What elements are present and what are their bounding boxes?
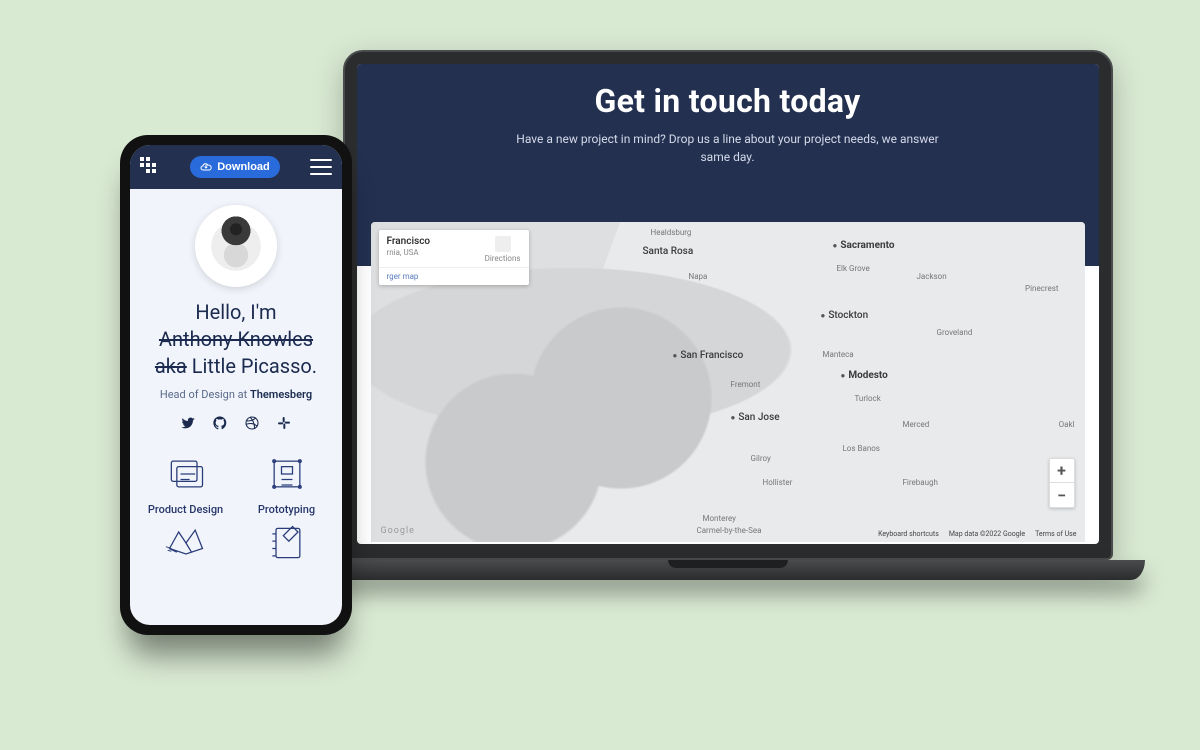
- map-city-fremont: Fremont: [731, 380, 761, 389]
- map-card-title: Francisco: [387, 236, 431, 247]
- hero-title: Get in touch today: [377, 82, 1079, 120]
- skill-prototyping: Prototyping: [241, 451, 332, 516]
- github-icon[interactable]: [212, 415, 228, 431]
- map-city-oak: Oakl: [1059, 420, 1075, 429]
- origami-bird-icon: [163, 520, 209, 566]
- map-city-san-jose: San Jose: [731, 412, 780, 423]
- product-design-icon: [163, 451, 209, 497]
- map-city-merced: Merced: [903, 420, 930, 429]
- greeting-aka-struck: aka: [155, 354, 187, 378]
- map-city-manteca: Manteca: [823, 350, 854, 359]
- map-larger-link[interactable]: rger map: [387, 272, 521, 281]
- cloud-download-icon: [200, 161, 212, 173]
- map-city-modesto: Modesto: [841, 370, 888, 381]
- map-provider-logo: Google: [381, 526, 415, 536]
- company-link[interactable]: Themesberg: [250, 388, 312, 401]
- map-terms-link[interactable]: Terms of Use: [1035, 530, 1076, 538]
- skill-origami: [140, 520, 231, 572]
- map-city-groveland: Groveland: [937, 328, 973, 337]
- twitter-icon[interactable]: [180, 415, 196, 431]
- map-container[interactable]: Healdsburg Santa Rosa Napa Sacramento El…: [371, 222, 1085, 542]
- directions-icon: [495, 236, 511, 252]
- directions-label: Directions: [485, 254, 521, 263]
- map-keyboard-link[interactable]: Keyboard shortcuts: [878, 530, 939, 538]
- slack-icon[interactable]: [276, 415, 292, 431]
- role-subtitle: Head of Design at Themesberg: [144, 388, 328, 401]
- prototyping-icon: [264, 451, 310, 497]
- map-city-stockton: Stockton: [821, 310, 869, 321]
- social-links: [144, 415, 328, 431]
- map-city-napa: Napa: [689, 272, 708, 281]
- notebook-icon: [264, 520, 310, 566]
- laptop-base: [310, 560, 1145, 580]
- menu-toggle-icon[interactable]: [310, 159, 332, 175]
- laptop-lid: Get in touch today Have a new project in…: [343, 50, 1113, 560]
- greeting-line1: Hello, I'm: [195, 300, 276, 324]
- laptop-screen: Get in touch today Have a new project in…: [357, 64, 1099, 544]
- map-city-monterey: Monterey: [703, 514, 736, 523]
- hero-subtitle: Have a new project in mind? Drop us a li…: [513, 130, 943, 166]
- map-location-card[interactable]: Francisco rnia, USA Directions rger map: [379, 230, 529, 285]
- map-data-attr: Map data ©2022 Google: [949, 530, 1025, 538]
- map-zoom-in[interactable]: +: [1050, 459, 1074, 483]
- map-attribution: Keyboard shortcuts Map data ©2022 Google…: [878, 530, 1076, 538]
- map-zoom-controls: + −: [1049, 458, 1075, 508]
- greeting-name-struck: Anthony Knowles: [159, 327, 313, 351]
- map-city-sacramento: Sacramento: [833, 240, 895, 251]
- skill-label: Prototyping: [241, 503, 332, 516]
- download-button[interactable]: Download: [190, 156, 280, 178]
- hero-greeting: Hello, I'm Anthony Knowles aka Little Pi…: [144, 299, 328, 380]
- map-city-jackson: Jackson: [917, 272, 947, 281]
- map-city-healdsburg: Healdsburg: [651, 228, 692, 237]
- phone-screen: Download Hello, I'm Anthony Knowles aka …: [130, 145, 342, 625]
- download-label: Download: [217, 161, 270, 173]
- map-city-gilroy: Gilroy: [751, 454, 771, 463]
- map-city-santa-rosa: Santa Rosa: [643, 246, 694, 257]
- map-city-pinecrest: Pinecrest: [1025, 284, 1058, 293]
- brand-logo-icon[interactable]: [140, 157, 160, 177]
- skill-label: Product Design: [140, 503, 231, 516]
- skill-product-design: Product Design: [140, 451, 231, 516]
- map-zoom-out[interactable]: −: [1050, 483, 1074, 507]
- dribbble-icon[interactable]: [244, 415, 260, 431]
- map-city-firebaugh: Firebaugh: [903, 478, 938, 487]
- skills-grid: Product Design Prototyping: [130, 445, 342, 572]
- profile-section: Hello, I'm Anthony Knowles aka Little Pi…: [130, 189, 342, 445]
- mobile-navbar: Download: [130, 145, 342, 189]
- map-city-turlock: Turlock: [855, 394, 881, 403]
- skill-notebook: [241, 520, 332, 572]
- map-city-hollister: Hollister: [763, 478, 793, 487]
- phone-mockup: Download Hello, I'm Anthony Knowles aka …: [120, 135, 352, 635]
- greeting-nickname: Little Picasso.: [187, 354, 317, 378]
- map-card-subtitle: rnia, USA: [387, 248, 419, 257]
- avatar: [195, 205, 277, 287]
- map-directions-link[interactable]: Directions: [485, 236, 521, 263]
- map-city-los-banos: Los Banos: [843, 444, 880, 453]
- map-city-elk-grove: Elk Grove: [837, 264, 870, 273]
- map-city-carmel: Carmel-by-the-Sea: [697, 526, 762, 535]
- role-prefix: Head of Design at: [160, 388, 250, 401]
- map-city-san-francisco: San Francisco: [673, 350, 744, 361]
- laptop-mockup: Get in touch today Have a new project in…: [310, 50, 1145, 610]
